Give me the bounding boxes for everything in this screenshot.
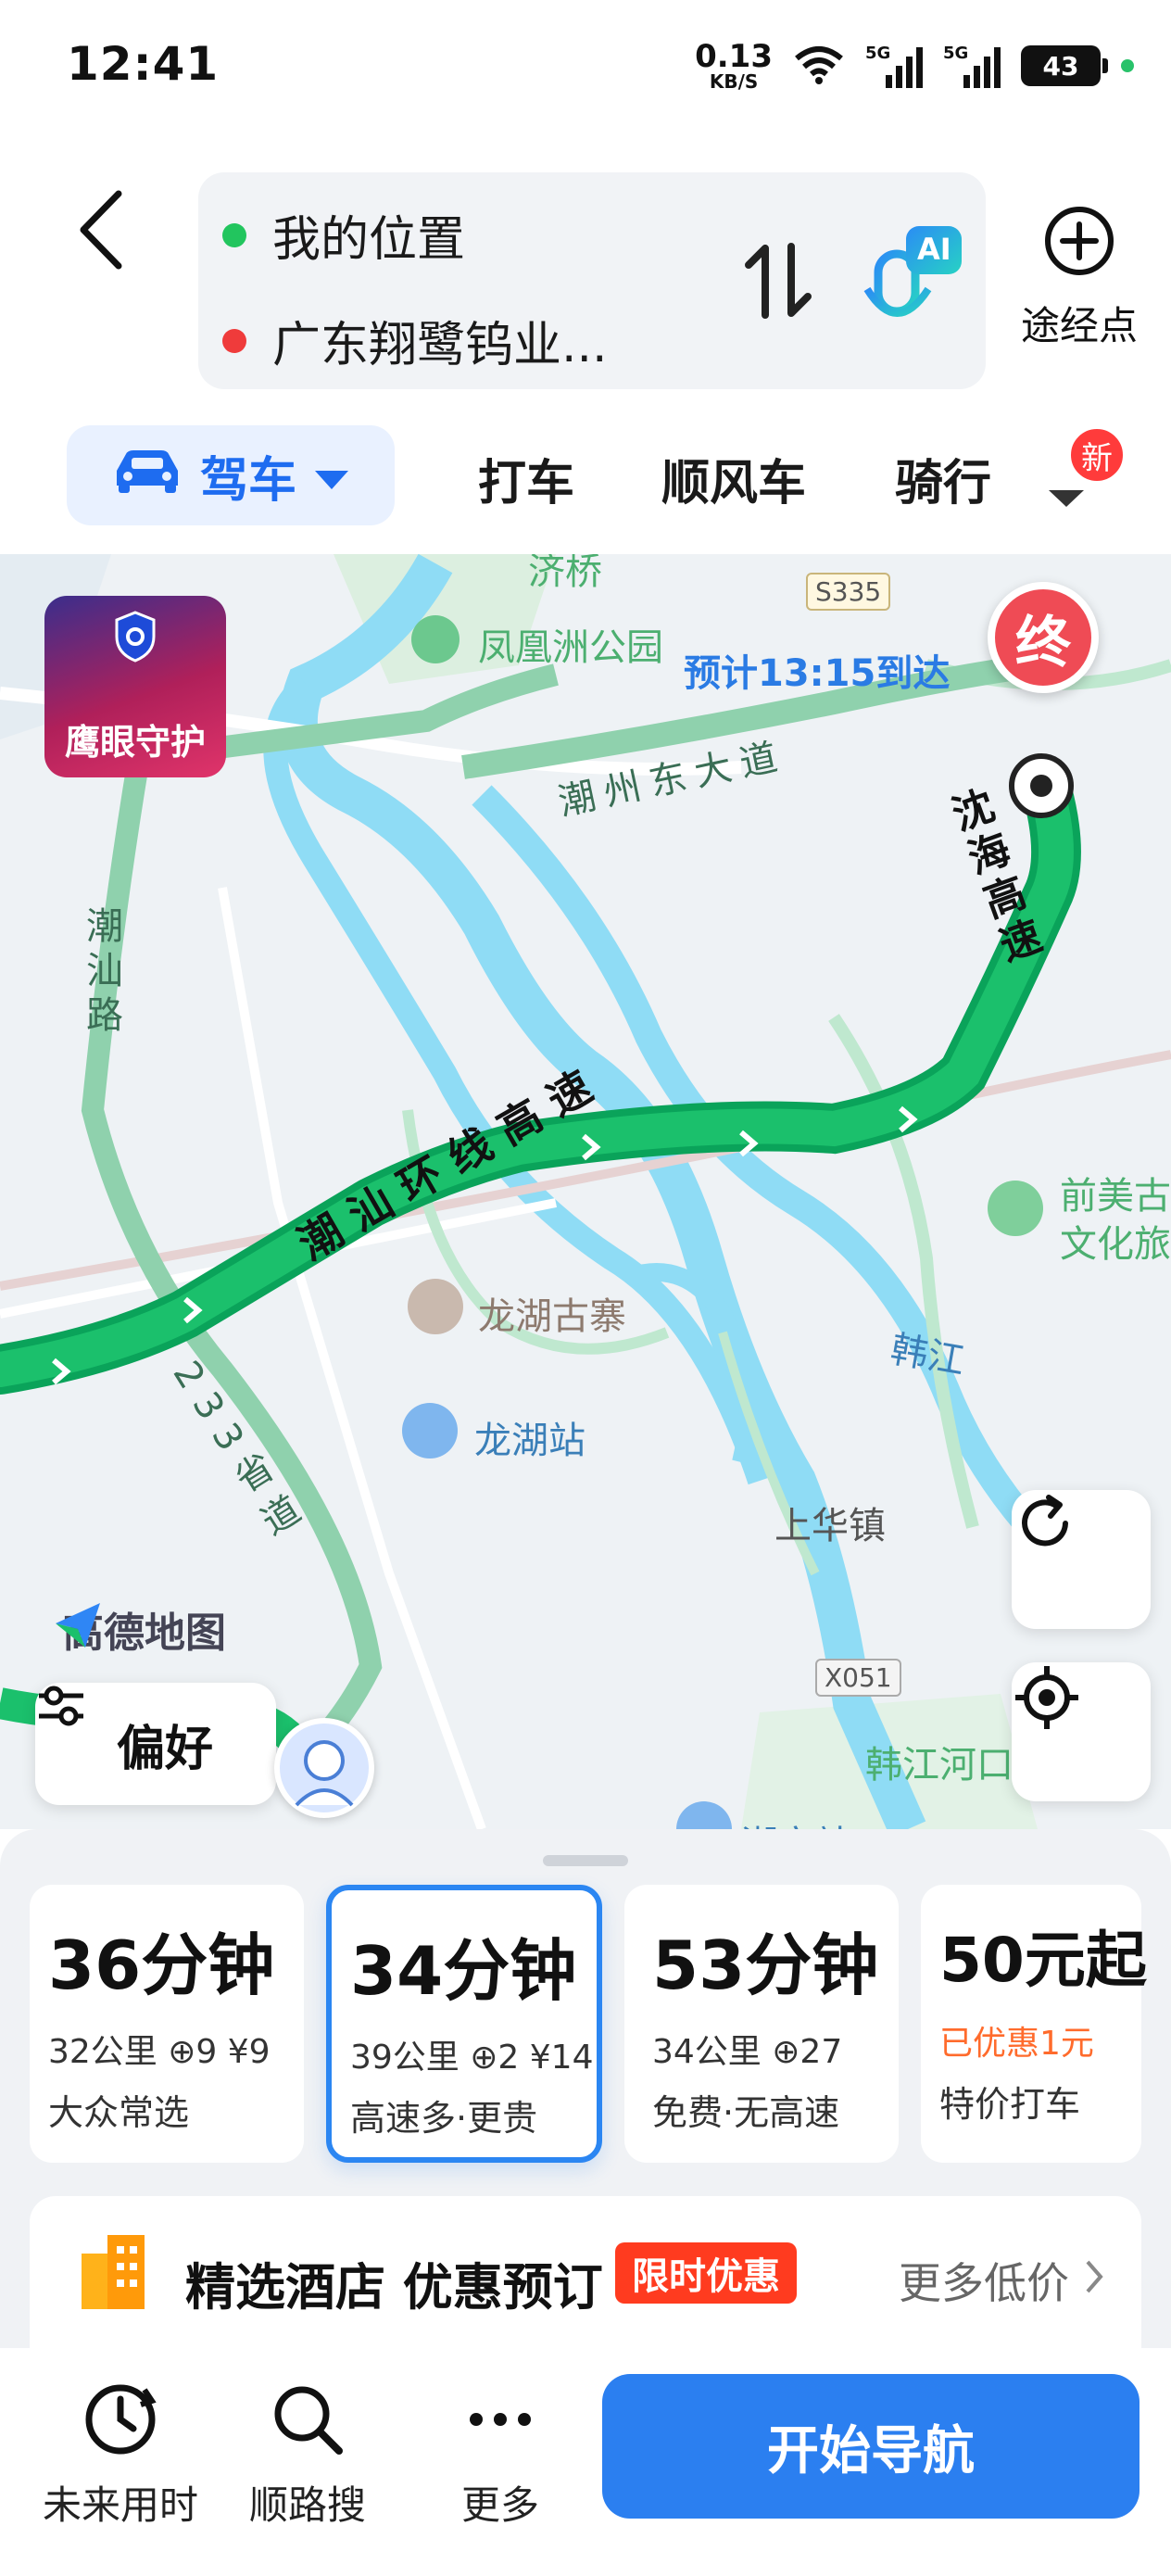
caret-down-icon (1043, 490, 1089, 518)
more-label: 更多 (460, 2482, 539, 2528)
route-time: 36分钟 (48, 1926, 275, 2004)
route-detail: 34公里 ⊕27 (652, 2033, 843, 2071)
hotel-promo[interactable]: 精选酒店 优惠预订 限时优惠 更多低价 (30, 2196, 1141, 2354)
car-icon (111, 447, 183, 505)
map-label-wenhua: 文化旅 (1060, 1223, 1171, 1266)
battery-icon: 43 (1021, 45, 1108, 86)
map-view[interactable]: 济桥 凤凰洲公园 S335 潮州东大道 沈海高速 潮汕路 潮汕环线高速 前美古 … (0, 554, 1171, 1829)
start-navigation-button[interactable]: 开始导航 (602, 2374, 1140, 2519)
map-label-chaoan-station: 潮安站 (741, 1814, 852, 1829)
route-time: 53分钟 (652, 1926, 879, 2004)
route-desc: 大众常选 (48, 2092, 190, 2133)
microphone-ai-icon (854, 226, 965, 345)
plus-circle-icon (1042, 207, 1116, 282)
road-sign-s335: S335 (806, 573, 891, 611)
taxi-desc: 特价打车 (939, 2084, 1081, 2125)
destination-text: 广东翔鹭钨业... (272, 318, 608, 373)
map-label-longhu-station: 龙湖站 (474, 1420, 586, 1462)
locate-button[interactable] (1012, 1662, 1151, 1801)
eta-label: 预计13:15到达 (684, 652, 951, 695)
chevron-right-icon (1084, 2255, 1104, 2305)
hotel-tag: 限时优惠 (615, 2242, 797, 2304)
destination-dot-icon (222, 328, 246, 353)
clock-icon (28, 2378, 213, 2461)
map-label-qianmei: 前美古 (1060, 1175, 1171, 1218)
swap-button[interactable] (737, 239, 821, 322)
status-time: 12:41 (67, 37, 220, 91)
route-option-3[interactable]: 53分钟 34公里 ⊕27 免费·无高速 (624, 1885, 899, 2163)
user-avatar[interactable] (274, 1718, 374, 1818)
eagle-eye-protect-button[interactable]: 鹰眼守护 (44, 596, 226, 777)
status-icons: 0.13 KB/S 5G 5G 43 (695, 41, 1134, 91)
app-root: 12:41 0.13 KB/S 5G 5G 43 我的位置 广东翔鹭钨业... … (0, 0, 1171, 2576)
net-speed-value: 0.13 (695, 38, 773, 75)
route-desc: 高速多·更贵 (350, 2098, 538, 2139)
map-label-longhu-ancient: 龙湖古寨 (478, 1295, 626, 1338)
preference-button[interactable]: 偏好 (35, 1683, 276, 1805)
status-bar: 12:41 0.13 KB/S 5G 5G 43 (0, 0, 1171, 139)
map-label-jiqiao: 济桥 (528, 554, 602, 593)
eagle-eye-label: 鹰眼守护 (64, 722, 206, 763)
origin-field[interactable]: 我的位置 (222, 200, 465, 270)
building-icon (78, 2229, 152, 2317)
destination-field[interactable]: 广东翔鹭钨业... (222, 306, 608, 375)
map-label-shanghua: 上华镇 (774, 1505, 886, 1547)
taxi-price: 50元起 (939, 1925, 1147, 1996)
status-dot (1121, 59, 1134, 72)
back-button[interactable] (78, 185, 143, 278)
taxi-option[interactable]: 50元起 已优惠1元 特价打车 (921, 1885, 1147, 2163)
map-label-chaoshan-road: 潮汕路 (80, 906, 122, 1040)
amap-brand: 高德地图 (52, 1599, 226, 1659)
hotel-more-link[interactable]: 更多低价 (899, 2250, 1104, 2311)
net-speed-unit: KB/S (709, 70, 759, 93)
hotel-title: 精选酒店 优惠预订 (185, 2258, 603, 2317)
future-time-button[interactable]: 未来用时 (28, 2378, 213, 2531)
tab-drive[interactable]: 驾车 (67, 425, 395, 525)
map-label-hanjiang-estuary: 韩江河口 (865, 1744, 1014, 1787)
origin-text: 我的位置 (272, 212, 466, 268)
map-label-fenghuang: 凤凰洲公园 (478, 626, 663, 669)
future-time-label: 未来用时 (42, 2482, 198, 2528)
route-detail: 32公里 ⊕9 ¥9 (48, 2033, 271, 2071)
search-along-label: 顺路搜 (248, 2482, 366, 2528)
route-sheet: 36分钟 32公里 ⊕9 ¥9 大众常选 34分钟 39公里 ⊕2 ¥14 高速… (0, 1829, 1171, 2354)
search-icon (215, 2378, 400, 2461)
caret-down-icon (313, 448, 350, 503)
signal-icon-2: 5G (943, 44, 1001, 88)
sheet-handle[interactable] (543, 1855, 628, 1866)
route-desc: 免费·无高速 (652, 2092, 840, 2133)
destination-pin: 终 (988, 582, 1099, 693)
ai-badge: AI (917, 232, 951, 267)
net-speed: 0.13 KB/S (695, 41, 773, 91)
taxi-discount: 已优惠1元 (939, 2025, 1094, 2063)
refresh-route-button[interactable] (1012, 1490, 1151, 1629)
ai-voice-button[interactable]: AI (854, 221, 965, 341)
more-button[interactable]: 更多 (408, 2378, 593, 2531)
add-waypoint-button[interactable]: 途经点 (1010, 204, 1149, 351)
origin-dot-icon (222, 222, 246, 247)
road-sign-x051: X051 (815, 1659, 901, 1697)
tab-ride[interactable]: 骑行 (895, 444, 991, 513)
signal-icon-1: 5G (865, 44, 923, 88)
tab-carpool[interactable]: 顺风车 (661, 444, 806, 513)
route-input-box: 我的位置 广东翔鹭钨业... AI (198, 172, 986, 389)
route-time: 34分钟 (350, 1932, 577, 2010)
tab-drive-label: 驾车 (199, 452, 296, 509)
preference-label: 偏好 (116, 1721, 213, 1777)
bottom-nav: 未来用时 顺路搜 更多 开始导航 (0, 2348, 1171, 2576)
wifi-icon (793, 44, 845, 88)
waypoint-label: 途经点 (1020, 303, 1138, 348)
route-detail: 39公里 ⊕2 ¥14 (350, 2039, 594, 2077)
tab-taxi[interactable]: 打车 (478, 444, 574, 513)
mode-tabs: 驾车 打车 顺风车 骑行 新 (0, 422, 1171, 542)
search-along-button[interactable]: 顺路搜 (215, 2378, 400, 2531)
route-option-2-selected[interactable]: 34分钟 39公里 ⊕2 ¥14 高速多·更贵 (326, 1885, 602, 2163)
swap-arrows-icon (737, 243, 821, 326)
more-dots-icon (408, 2378, 593, 2461)
chevron-left-icon (78, 190, 124, 273)
hotel-more-label: 更多低价 (899, 2258, 1069, 2308)
new-badge: 新 (1067, 425, 1127, 485)
route-option-1[interactable]: 36分钟 32公里 ⊕9 ¥9 大众常选 (30, 1885, 304, 2163)
